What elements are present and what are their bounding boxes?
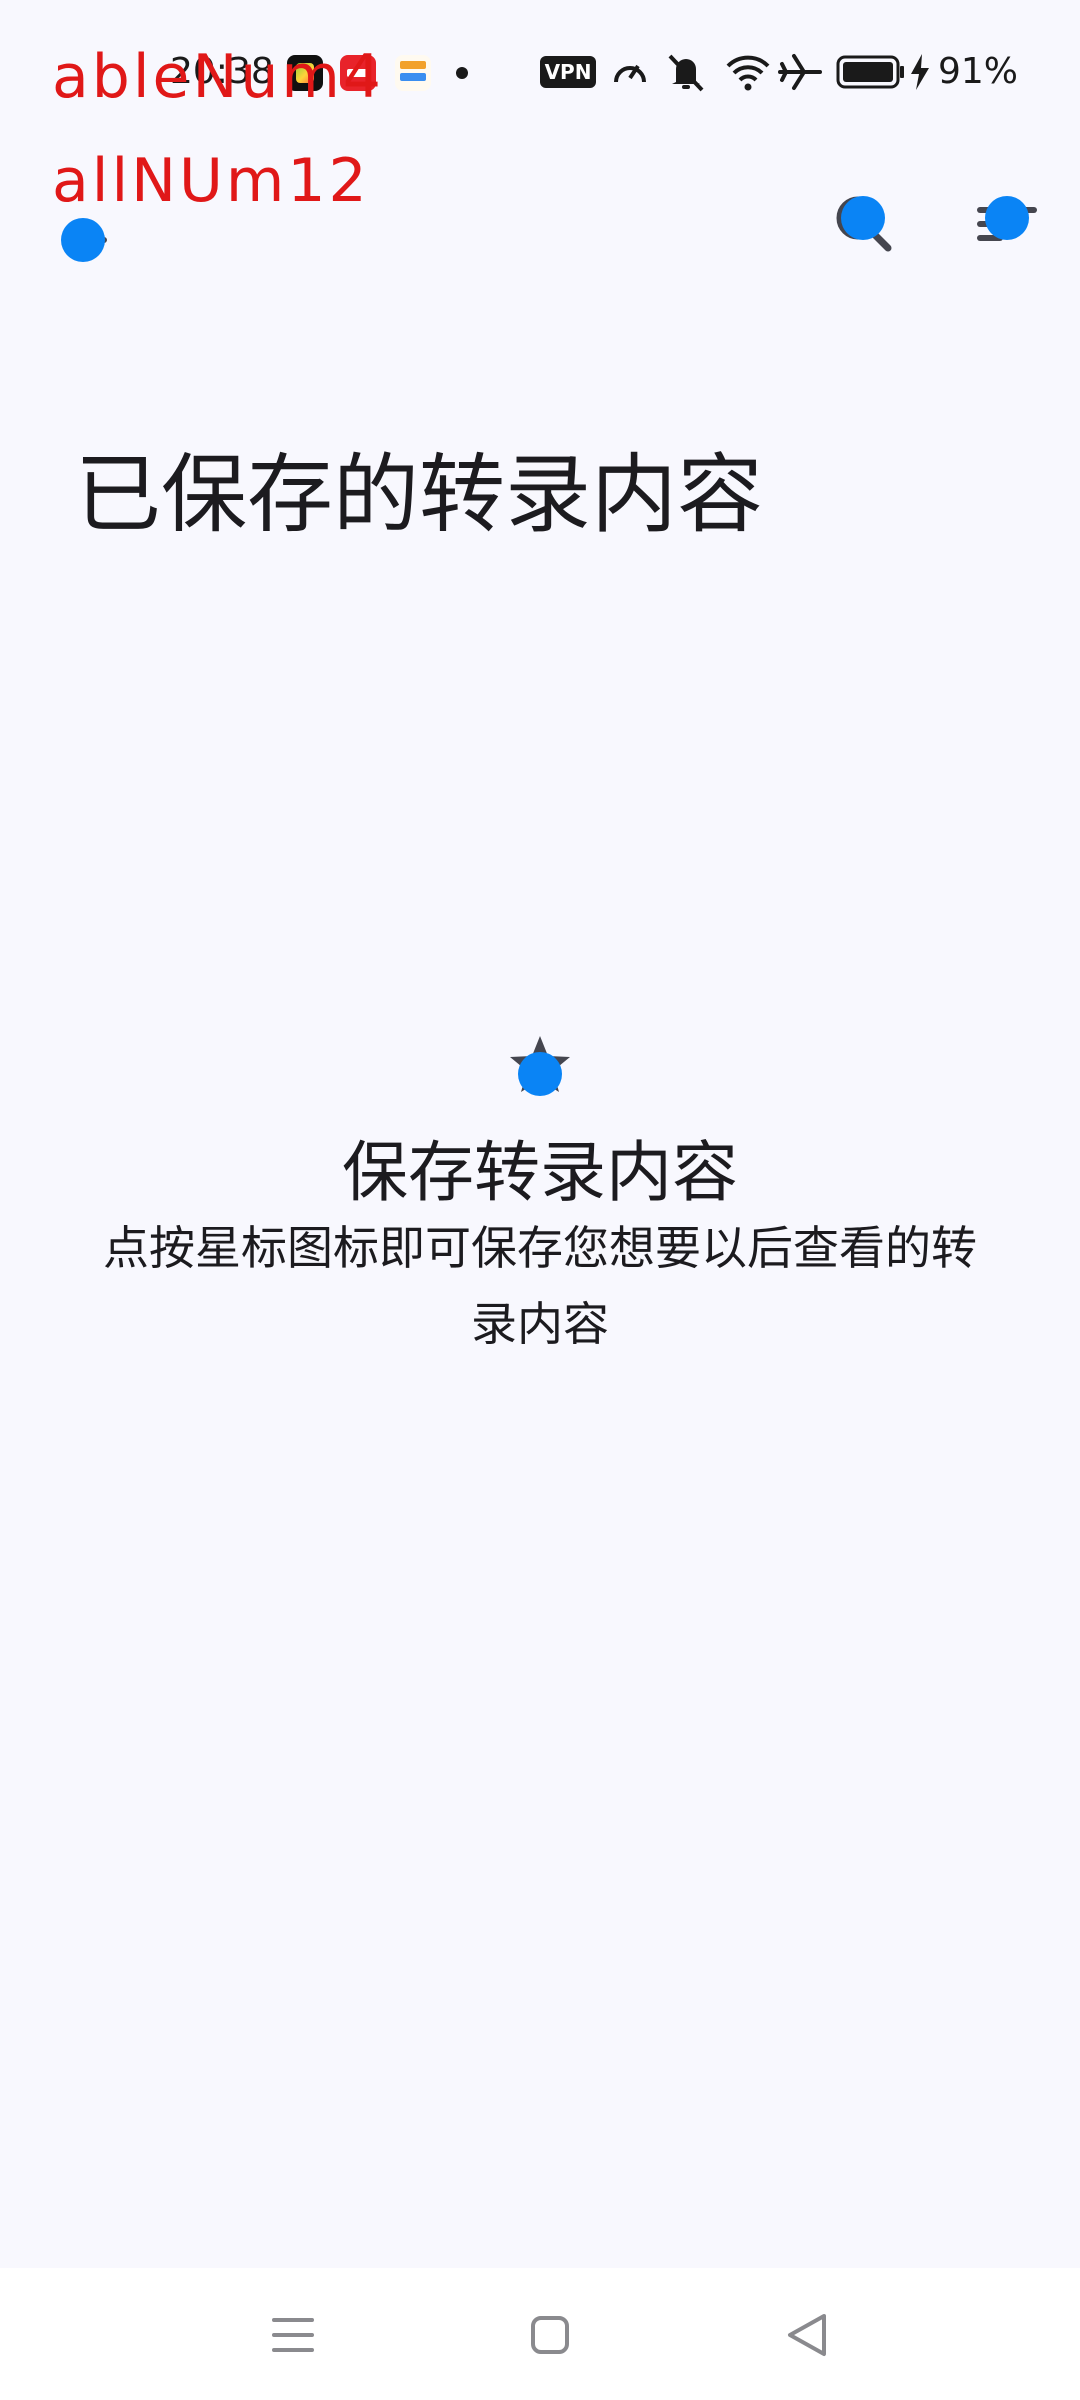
battery-percent: 91% xyxy=(938,51,1019,92)
app-notification-icon xyxy=(395,55,431,91)
charging-icon xyxy=(911,54,929,90)
overlay-label: ableNum4 xyxy=(52,42,384,112)
recent-apps-button[interactable] xyxy=(248,2290,338,2380)
wifi-icon xyxy=(726,55,770,91)
overlay-label: allNUm12 xyxy=(52,146,370,216)
empty-state-description: 点按星标图标即可保存您想要以后查看的转录内容 xyxy=(103,1221,977,1351)
touch-indicator xyxy=(985,196,1029,240)
speed-icon xyxy=(614,64,646,83)
menu-icon xyxy=(272,2318,314,2352)
sort-button[interactable] xyxy=(962,178,1052,268)
system-back-button[interactable] xyxy=(762,2290,852,2380)
system-navigation-bar xyxy=(0,2268,1080,2400)
touch-indicator xyxy=(841,196,885,240)
page-title: 已保存的转录内容 xyxy=(75,445,763,545)
battery-icon xyxy=(836,55,904,89)
search-button[interactable] xyxy=(818,178,908,268)
home-button[interactable] xyxy=(505,2290,595,2380)
notification-dot-icon xyxy=(456,67,468,79)
star-button[interactable] xyxy=(508,1032,572,1096)
home-icon xyxy=(531,2316,569,2354)
empty-state-title: 保存转录内容 xyxy=(342,1134,738,1211)
mute-icon xyxy=(668,54,704,92)
airplane-icon xyxy=(778,54,822,90)
vpn-icon: VPN xyxy=(540,56,596,88)
touch-indicator xyxy=(61,218,105,262)
touch-indicator xyxy=(518,1052,562,1096)
back-icon xyxy=(788,2314,826,2356)
